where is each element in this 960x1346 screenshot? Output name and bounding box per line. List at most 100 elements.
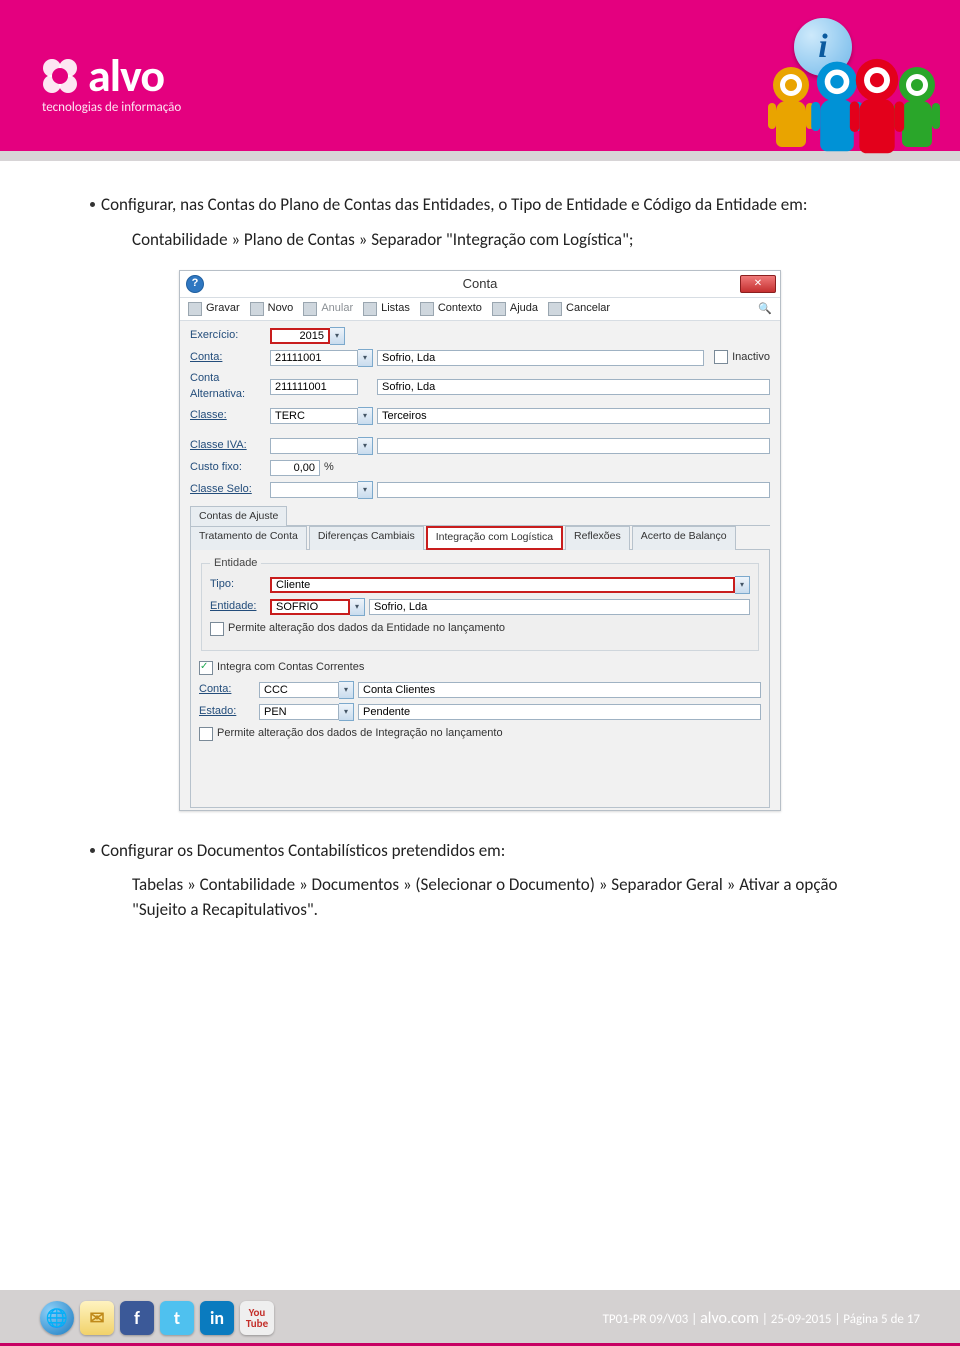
logo-knot-icon	[38, 54, 82, 98]
bullet-1: Configurar, nas Contas do Plano de Conta…	[90, 193, 870, 218]
label-custo: Custo fixo:	[190, 460, 270, 476]
close-button[interactable]: ✕	[740, 275, 776, 293]
tab-diferencas[interactable]: Diferenças Cambiais	[309, 526, 424, 549]
label-estado[interactable]: Estado:	[199, 704, 259, 720]
label-pct: %	[324, 460, 334, 476]
chk-inactivo[interactable]	[714, 350, 728, 364]
input-entidade-code[interactable]	[270, 599, 350, 615]
input-classe-code[interactable]	[270, 408, 358, 424]
window-titlebar: ? Conta ✕	[180, 271, 780, 297]
save-icon	[188, 302, 202, 316]
page-footer: 🌐 ✉ f t in You Tube TP01-PR 09/V03 | alv…	[0, 1290, 960, 1346]
lookup-classe[interactable]: ▾	[358, 407, 373, 425]
label-int-conta[interactable]: Conta:	[199, 682, 259, 698]
label-conta[interactable]: Conta:	[190, 350, 270, 366]
input-entidade-name[interactable]	[369, 599, 750, 615]
label-iva[interactable]: Classe IVA:	[190, 438, 270, 454]
toolbar-contexto[interactable]: Contexto	[420, 301, 482, 317]
facebook-icon[interactable]: f	[120, 1301, 154, 1335]
globe-icon[interactable]: 🌐	[40, 1301, 74, 1335]
bullet-dot-icon	[90, 202, 95, 207]
toolbar-listas[interactable]: Listas	[363, 301, 410, 317]
list-icon	[363, 302, 377, 316]
page-header: alvo tecnologias de informação i	[0, 0, 960, 161]
input-selo-code[interactable]	[270, 482, 358, 498]
label-perm-entidade: Permite alteração dos dados da Entidade …	[228, 621, 505, 637]
context-icon	[420, 302, 434, 316]
lookup-iva[interactable]: ▾	[358, 437, 373, 455]
bullet-1-text: Configurar, nas Contas do Plano de Conta…	[101, 193, 807, 218]
spinner-exercicio[interactable]: ▾	[330, 327, 345, 345]
toolbar-gravar[interactable]: Gravar	[188, 301, 240, 317]
input-exercicio[interactable]	[270, 328, 330, 344]
input-selo-name[interactable]	[377, 482, 770, 498]
tab-reflexoes[interactable]: Reflexões	[565, 526, 630, 549]
help-icon	[492, 302, 506, 316]
label-classe[interactable]: Classe:	[190, 408, 270, 424]
bullet-dot-icon	[90, 848, 95, 853]
tab-contas-ajuste[interactable]: Contas de Ajuste	[190, 506, 287, 526]
input-alt-name[interactable]	[377, 379, 770, 395]
tab-acerto[interactable]: Acerto de Balanço	[632, 526, 736, 549]
input-int-conta-code[interactable]	[259, 682, 339, 698]
twitter-icon[interactable]: t	[160, 1301, 194, 1335]
label-entidade[interactable]: Entidade:	[210, 599, 270, 615]
label-selo[interactable]: Classe Selo:	[190, 482, 270, 498]
dropdown-estado-icon[interactable]: ▾	[339, 703, 354, 721]
form-area: Exercício: ▾ Conta: ▾ Inactivo Conta Alt…	[180, 321, 780, 809]
chk-perm-entidade[interactable]	[210, 622, 224, 636]
input-alt-code[interactable]	[270, 379, 358, 395]
footer-icons: 🌐 ✉ f t in You Tube	[40, 1301, 274, 1335]
label-inactivo: Inactivo	[732, 351, 770, 363]
input-classe-name[interactable]	[377, 408, 770, 424]
bullet-2: Configurar os Documentos Contabilísticos…	[90, 839, 870, 864]
linkedin-icon[interactable]: in	[200, 1301, 234, 1335]
mascot-red	[852, 59, 902, 165]
brand-wordmark: alvo	[88, 48, 164, 104]
input-conta-code[interactable]	[270, 350, 358, 366]
bullet-2-subtext: Tabelas » Contabilidade » Documentos » (…	[132, 873, 870, 922]
lookup-conta[interactable]: ▾	[358, 349, 373, 367]
label-alt: Conta Alternativa:	[190, 371, 270, 403]
label-perm-integracao: Permite alteração dos dados de Integraçã…	[217, 726, 503, 742]
footer-text: TP01-PR 09/V03 | alvo.com | 25-09-2015 |…	[603, 1309, 920, 1328]
input-iva-code[interactable]	[270, 438, 358, 454]
youtube-icon[interactable]: You Tube	[240, 1301, 274, 1335]
lookup-selo[interactable]: ▾	[358, 481, 373, 499]
new-icon	[250, 302, 264, 316]
input-estado-code[interactable]	[259, 704, 339, 720]
mail-icon[interactable]: ✉	[80, 1301, 114, 1335]
footer-site: alvo.com	[700, 1309, 759, 1328]
dropdown-tipo-icon[interactable]: ▾	[735, 576, 750, 594]
chk-integra-cc[interactable]	[199, 661, 213, 675]
abort-icon	[548, 302, 562, 316]
toolbar-novo[interactable]: Novo	[250, 301, 294, 317]
dropdown-int-conta-icon[interactable]: ▾	[339, 681, 354, 699]
footer-ref: TP01-PR 09/V03 |	[603, 1312, 701, 1327]
toolbar-cancelar[interactable]: Cancelar	[548, 301, 610, 317]
label-exercicio: Exercício:	[190, 328, 270, 344]
window-toolbar: Gravar Novo Anular Listas Contexto Ajuda…	[180, 297, 780, 321]
mascot-yellow	[770, 67, 812, 157]
lookup-entidade[interactable]: ▾	[350, 598, 365, 616]
footer-rest: | 25-09-2015 | Página 5 de 17	[759, 1312, 920, 1327]
cancel-icon	[303, 302, 317, 316]
toolbar-search-icon[interactable]: 🔍	[758, 302, 772, 318]
input-int-conta-name[interactable]	[358, 682, 761, 698]
label-tipo: Tipo:	[210, 577, 270, 593]
toolbar-ajuda[interactable]: Ajuda	[492, 301, 538, 317]
input-iva-name[interactable]	[377, 438, 770, 454]
tab-integracao[interactable]: Integração com Logística	[426, 526, 563, 549]
brand-tagline: tecnologias de informação	[38, 100, 181, 115]
input-estado-name[interactable]	[358, 704, 761, 720]
bullet-2-text: Configurar os Documentos Contabilísticos…	[101, 839, 505, 864]
document-body: Configurar, nas Contas do Plano de Conta…	[0, 161, 960, 940]
input-tipo[interactable]	[270, 577, 735, 593]
label-integra-cc: Integra com Contas Correntes	[217, 660, 364, 676]
tab-tratamento[interactable]: Tratamento de Conta	[190, 526, 307, 549]
input-conta-name[interactable]	[377, 350, 704, 366]
legend-entidade: Entidade	[210, 556, 261, 572]
chk-perm-integracao[interactable]	[199, 727, 213, 741]
input-custo[interactable]	[270, 460, 320, 476]
toolbar-anular[interactable]: Anular	[303, 301, 353, 317]
